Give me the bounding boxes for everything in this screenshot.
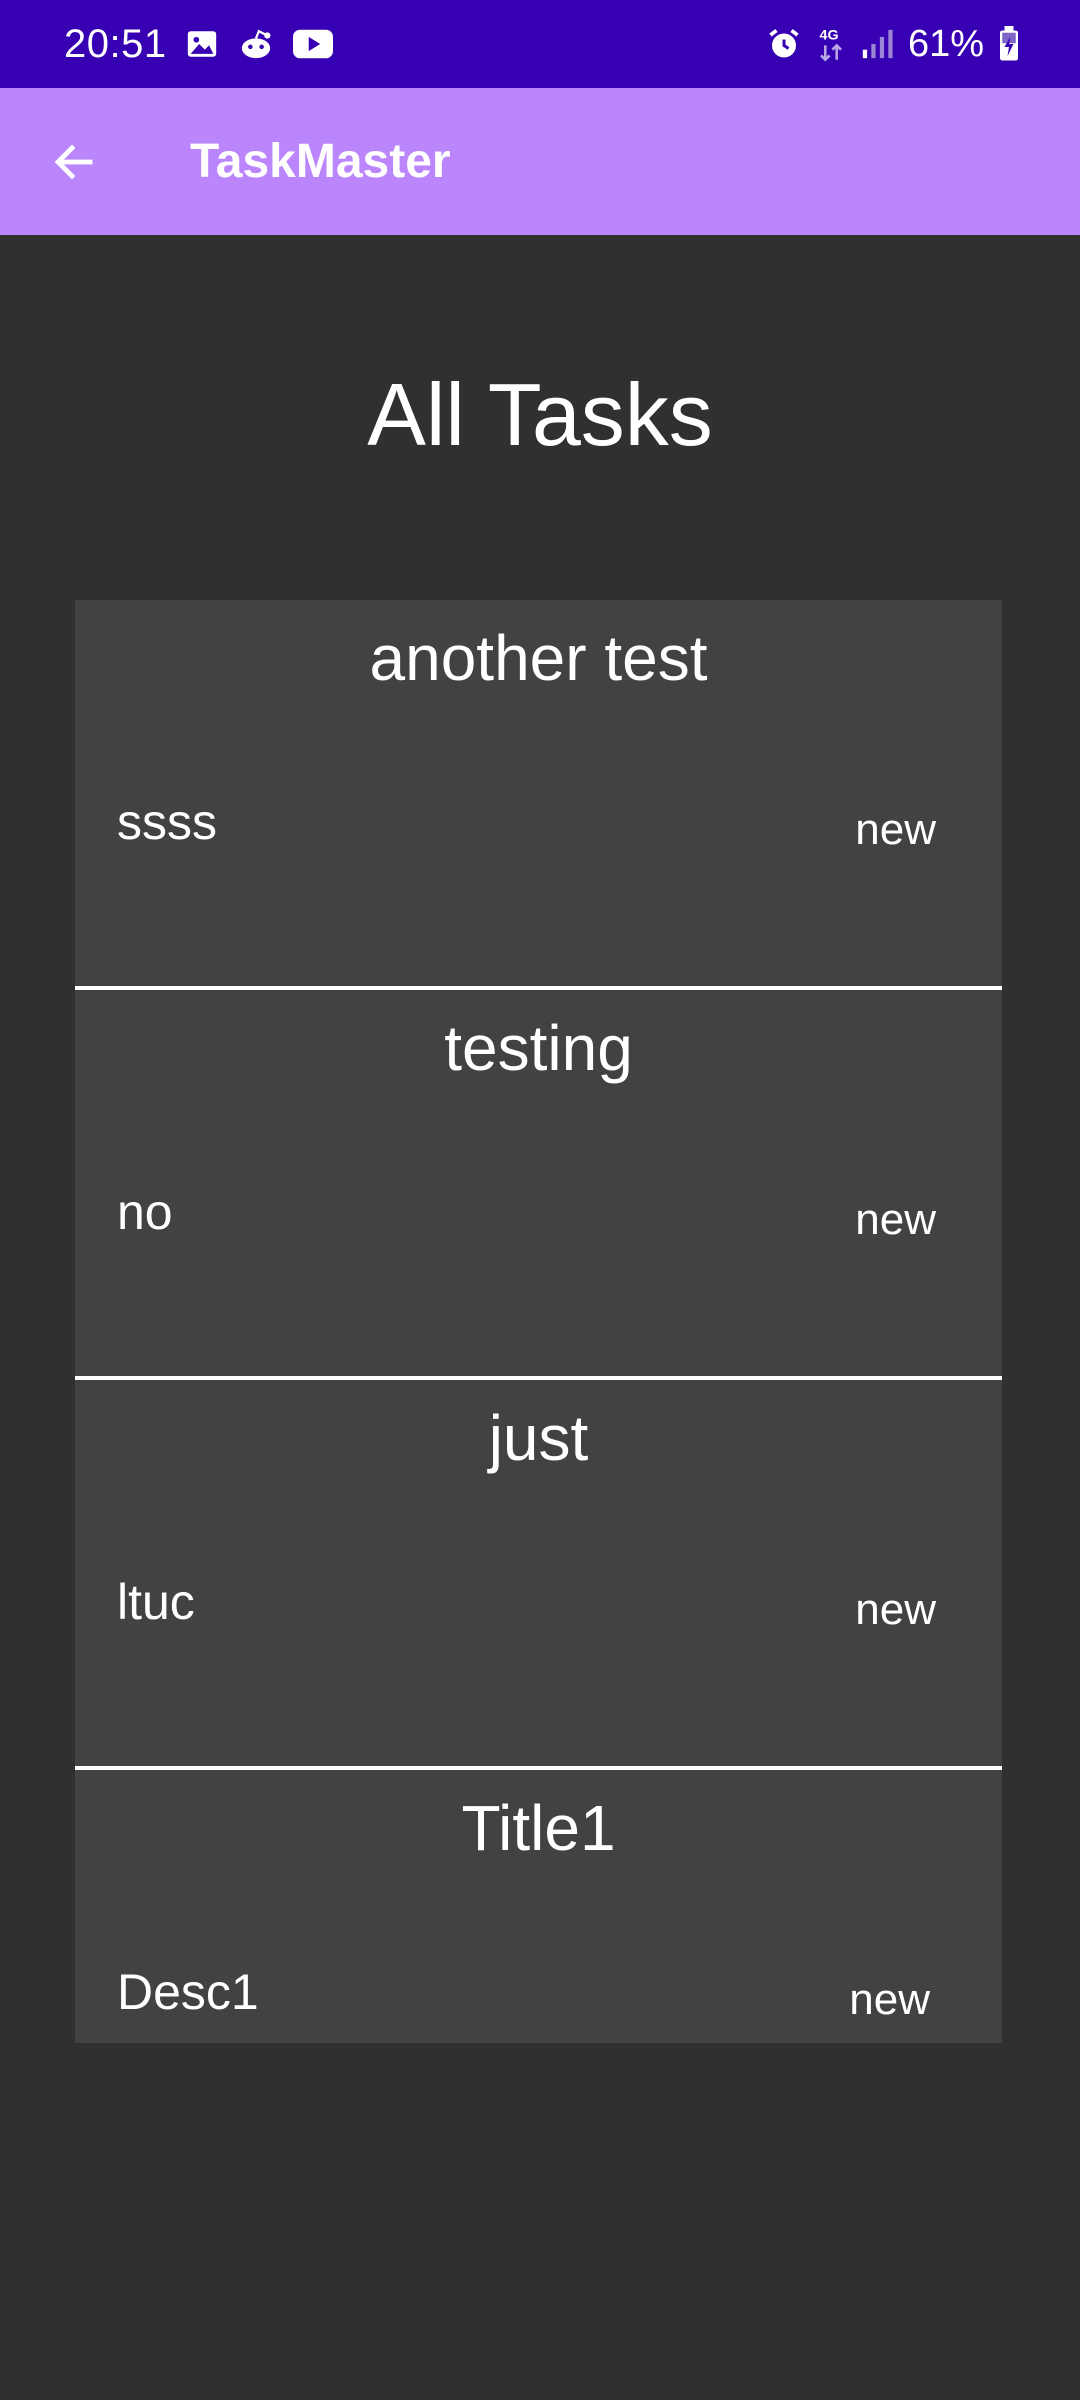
task-state: new [855,1585,936,1634]
task-title: Title1 [461,1792,616,1864]
task-description: Desc1 [117,1964,259,2020]
app-bar: TaskMaster [0,88,1080,235]
signal-icon [860,27,894,61]
alarm-icon [766,26,802,62]
gallery-icon [185,27,219,61]
task-title: testing [444,1012,633,1084]
task-state: new [855,805,936,854]
battery-percent: 61% [907,22,984,65]
task-item[interactable]: just ltuc new [75,1380,1002,1770]
network-label: 4G [820,28,839,44]
task-item[interactable]: testing no new [75,990,1002,1380]
back-button[interactable] [36,124,112,200]
task-title: just [488,1402,589,1474]
task-state: new [855,1195,936,1244]
status-bar: 20:51 4G 61% [0,0,1080,88]
status-left: 20:51 [64,0,333,88]
page-heading: All Tasks [367,365,713,464]
app-title: TaskMaster [190,135,451,188]
task-item[interactable]: another test ssss new [75,600,1002,990]
task-state: new [849,1975,930,2024]
status-time: 20:51 [64,21,167,66]
task-description: ltuc [117,1574,195,1630]
task-item[interactable]: Title1 Desc1 new [75,1770,1002,2043]
battery-charging-icon [998,26,1020,62]
reddit-icon [237,27,275,61]
task-list[interactable]: another test ssss new testing no new jus… [75,600,1002,2043]
arrow-back-icon [54,144,93,180]
status-right: 4G 61% [766,0,1020,88]
network-4g-icon: 4G [816,24,846,64]
task-title: another test [369,622,708,694]
task-description: ssss [117,794,217,850]
task-description: no [117,1184,173,1240]
youtube-icon [292,29,333,59]
